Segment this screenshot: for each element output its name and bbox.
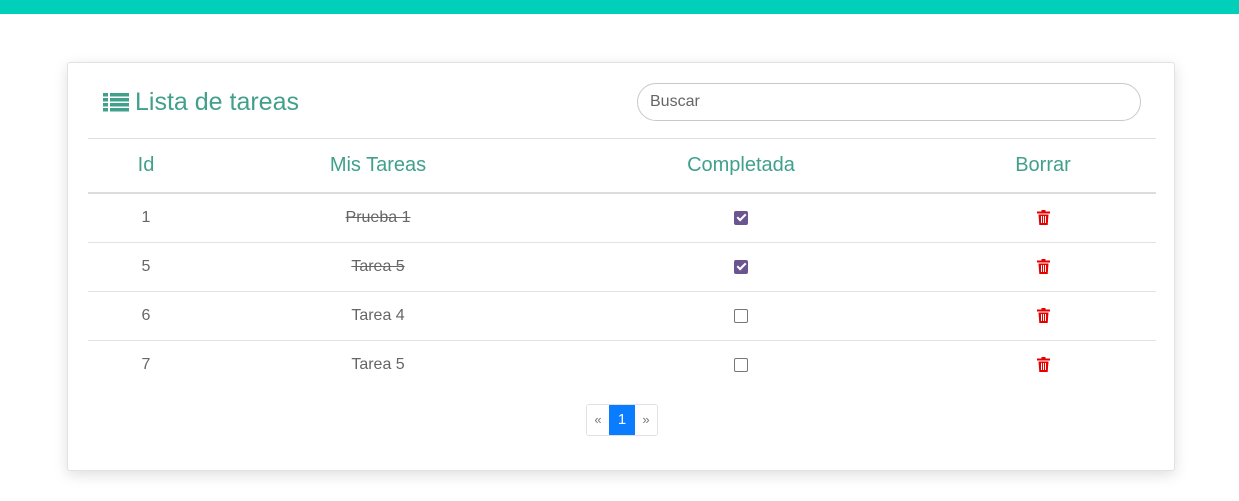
table-row: 7 Tarea 5 [88, 341, 1156, 390]
task-id: 1 [88, 193, 204, 243]
table-header-row: Id Mis Tareas Completada Borrar [88, 138, 1156, 194]
column-header-completed: Completada [552, 138, 930, 194]
task-name: Prueba 1 [204, 193, 552, 243]
pagination-page-1[interactable]: 1 [609, 405, 635, 435]
task-name: Tarea 5 [351, 356, 405, 373]
tasks-table: Id Mis Tareas Completada Borrar 1 Prueba … [88, 138, 1156, 389]
completed-checkbox[interactable] [734, 308, 748, 323]
task-completed-cell [552, 193, 930, 243]
list-icon [103, 93, 129, 112]
task-completed-cell [552, 341, 930, 390]
task-name: Tarea 5 [204, 242, 552, 292]
task-delete-cell [930, 193, 1156, 243]
trash-icon[interactable] [1036, 357, 1050, 373]
task-delete-cell [930, 341, 1156, 390]
column-header-delete: Borrar [930, 138, 1156, 194]
column-header-id: Id [88, 138, 204, 194]
completed-checkbox[interactable] [734, 259, 748, 274]
completed-checkbox[interactable] [734, 357, 748, 372]
page-title-text: Lista de tareas [135, 88, 299, 116]
table-row: 5 Tarea 5 [88, 242, 1156, 292]
task-list-card: Lista de tareas Id Mis Tareas Completada… [67, 62, 1175, 471]
table-row: 6 Tarea 4 [88, 291, 1156, 341]
card-header: Lista de tareas [88, 63, 1156, 139]
column-header-task: Mis Tareas [204, 138, 552, 194]
pagination-prev-button[interactable]: « [587, 405, 609, 435]
task-completed-cell [552, 242, 930, 292]
page-title: Lista de tareas [103, 87, 299, 117]
trash-icon[interactable] [1036, 308, 1050, 324]
pagination: « 1 » [586, 404, 658, 436]
task-id: 6 [88, 291, 204, 341]
task-id: 7 [141, 356, 151, 373]
task-id: 5 [88, 242, 204, 292]
task-completed-cell [552, 291, 930, 341]
trash-icon[interactable] [1036, 259, 1050, 275]
pagination-next-button[interactable]: » [635, 405, 657, 435]
task-delete-cell [930, 242, 1156, 292]
task-name: Tarea 4 [204, 291, 552, 341]
completed-checkbox[interactable] [734, 210, 748, 225]
task-delete-cell [930, 291, 1156, 341]
trash-icon[interactable] [1036, 210, 1050, 226]
table-row: 1 Prueba 1 [88, 193, 1156, 243]
search-input[interactable] [637, 83, 1141, 121]
top-accent-bar [0, 0, 1239, 14]
